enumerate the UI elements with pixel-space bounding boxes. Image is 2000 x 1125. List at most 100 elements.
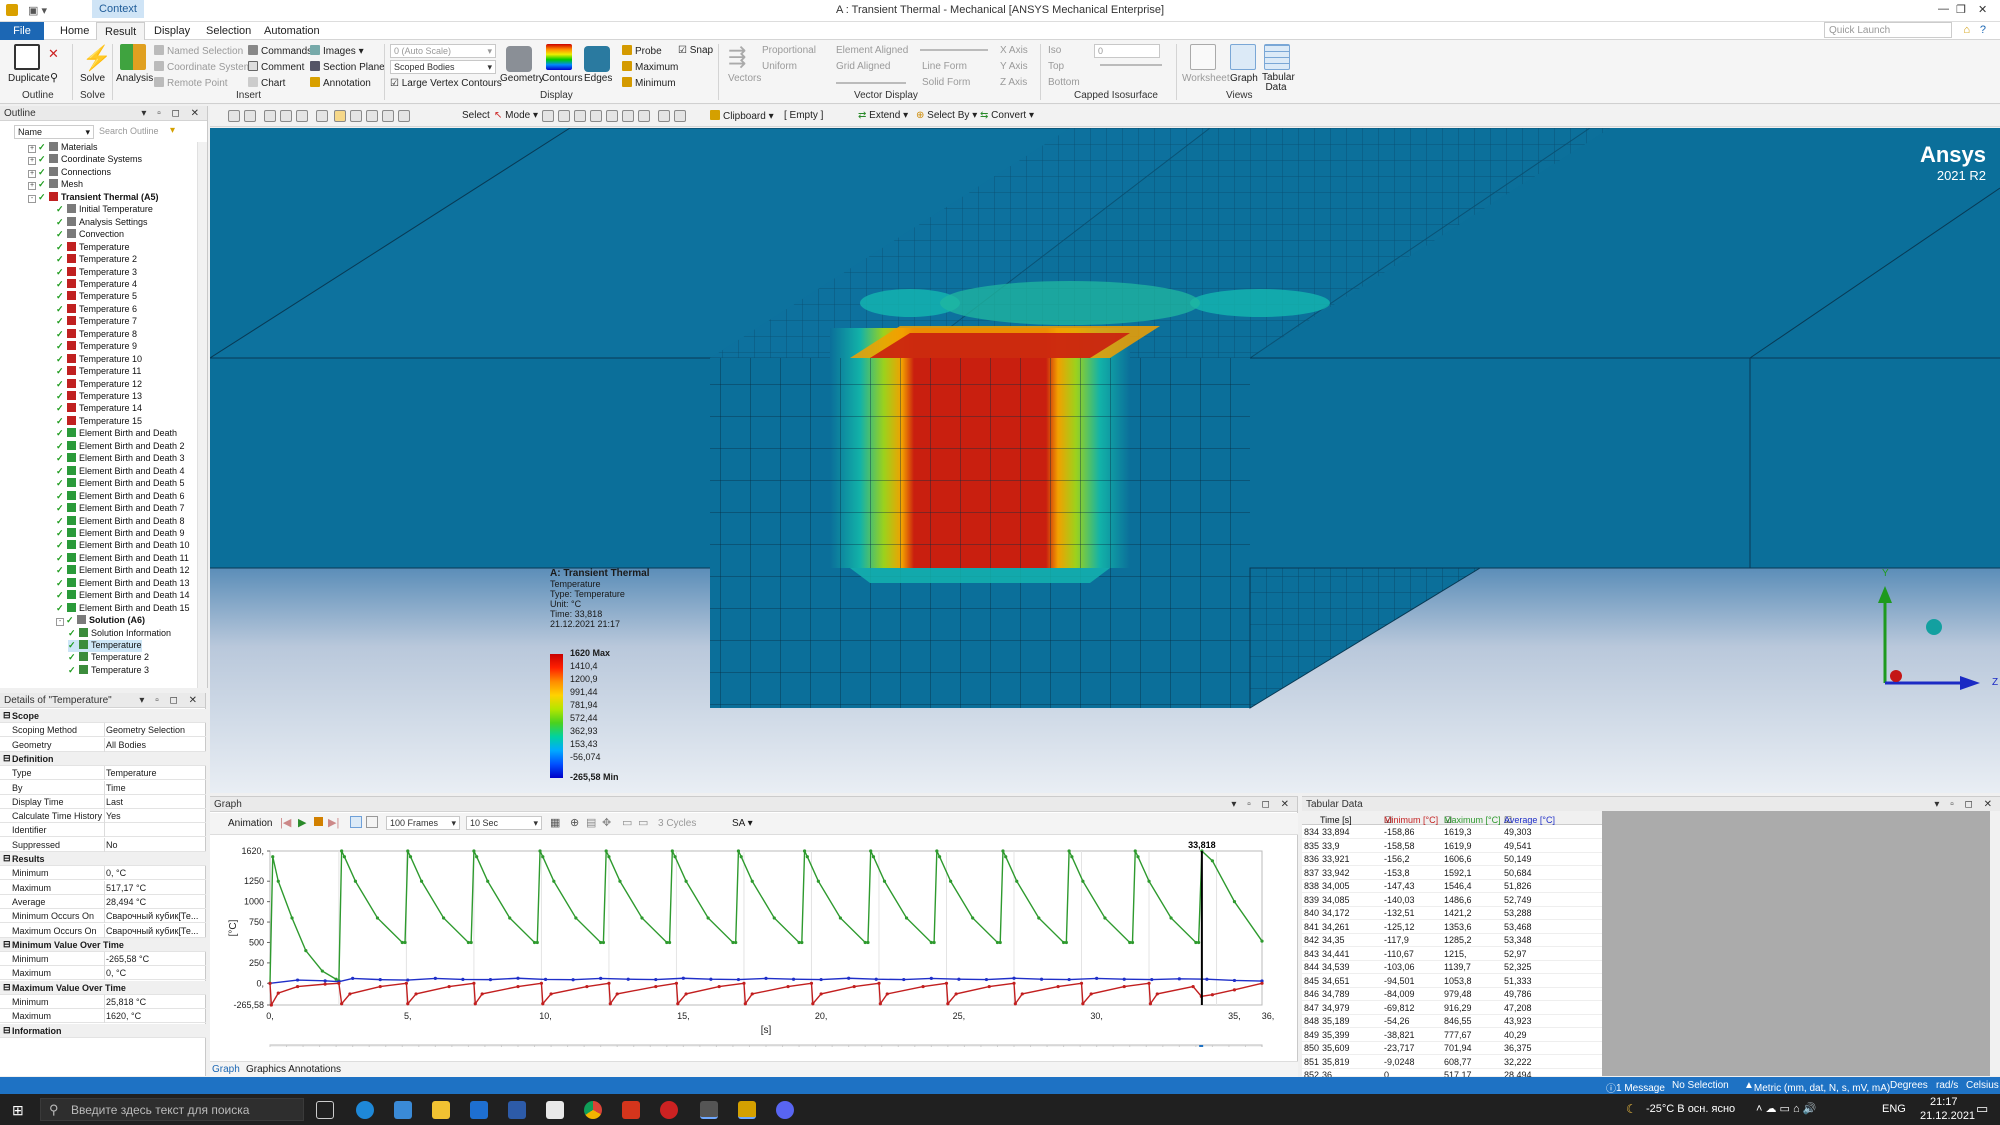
tree-item[interactable]: ✓ Element Birth and Death 2	[56, 440, 185, 453]
zoom-out-icon[interactable]	[244, 110, 256, 122]
tab-home[interactable]: Home	[52, 22, 97, 40]
duration-combo[interactable]: 10 Sec ▾	[466, 816, 542, 830]
tree-item[interactable]: ✓ Element Birth and Death 5	[56, 478, 185, 490]
file-explorer-icon[interactable]	[432, 1101, 450, 1119]
duplicate-button[interactable]: Duplicate	[8, 73, 50, 84]
pan-icon[interactable]	[334, 110, 346, 122]
details-row[interactable]: Scoping Method Geometry Selection	[0, 723, 206, 738]
chrome-icon[interactable]	[584, 1101, 602, 1119]
expand-toggle-icon[interactable]: +	[28, 157, 36, 166]
face-select-icon[interactable]	[574, 110, 586, 122]
table-row[interactable]: 834 33,894 -158,86 1619,3 49,303	[1302, 825, 1602, 839]
grid-icon[interactable]: ▤	[586, 816, 596, 829]
store-icon[interactable]	[394, 1101, 412, 1119]
clock-time[interactable]: 21:17	[1930, 1096, 1958, 1108]
tree-item[interactable]: ✓ Temperature 14	[56, 403, 142, 415]
tree-item[interactable]: ✓ Temperature 3	[56, 266, 137, 279]
language-indicator[interactable]: ENG	[1882, 1103, 1906, 1115]
details-group-row[interactable]: ⊟ Minimum Value Over Time	[0, 937, 206, 952]
tree-item[interactable]: - ✓ Transient Thermal (A5)	[28, 191, 159, 204]
tree-item[interactable]: ✓ Temperature 2	[56, 254, 137, 266]
graph-button[interactable]: Graph	[1230, 73, 1258, 84]
annotation-button[interactable]: Annotation	[310, 77, 371, 89]
details-value[interactable]: 25,818 °C	[106, 997, 146, 1007]
tree-item[interactable]: - ✓ Solution (A6)	[56, 615, 145, 627]
details-row[interactable]: Suppressed No	[0, 837, 206, 852]
solve-icon[interactable]: ⚡	[82, 44, 112, 73]
tree-item[interactable]: ✓ Temperature 15	[56, 415, 142, 428]
tree-item[interactable]: ✓ Element Birth and Death 12	[56, 565, 190, 577]
edges-icon[interactable]	[584, 46, 610, 72]
tabular-scrollbar[interactable]	[1990, 811, 2000, 1076]
tree-item[interactable]: ✓ Temperature 2	[68, 652, 149, 664]
minimum-button[interactable]: Minimum	[622, 77, 676, 89]
scoped-bodies-combo[interactable]: Scoped Bodies ▾	[390, 60, 496, 74]
large-vertex-checkbox[interactable]: ☑ Large Vertex Contours	[390, 78, 502, 89]
tree-item[interactable]: ✓ Analysis Settings	[56, 216, 148, 229]
tree-item[interactable]: ✓ Temperature 9	[56, 341, 137, 353]
tree-item[interactable]: ✓ Temperature 8	[56, 328, 137, 341]
extend-button[interactable]: ⇄ Extend ▾	[858, 110, 908, 121]
tree-item[interactable]: ✓ Temperature 7	[56, 316, 137, 328]
app-icon-red[interactable]	[660, 1101, 678, 1119]
details-row[interactable]: Maximum Occurs On Сварочный кубик[Те...	[0, 923, 206, 938]
zoom-in-icon[interactable]	[228, 110, 240, 122]
panel-controls[interactable]: ▾ ▫ ◻ ✕	[141, 108, 203, 119]
tree-item[interactable]: ✓ Element Birth and Death 3	[56, 453, 185, 465]
tab-selection[interactable]: Selection	[198, 22, 259, 40]
start-icon[interactable]: ⊞	[12, 1102, 24, 1119]
details-value[interactable]: 0, °C	[106, 968, 126, 978]
edge-select-icon[interactable]	[558, 110, 570, 122]
tree-item[interactable]: ✓ Element Birth and Death 14	[56, 590, 190, 602]
details-row[interactable]: Geometry All Bodies	[0, 737, 206, 752]
tree-item[interactable]: ✓ Temperature 10	[56, 353, 142, 366]
clock-date[interactable]: 21.12.2021	[1920, 1110, 1975, 1122]
node-select-icon[interactable]	[606, 110, 618, 122]
scale-combo[interactable]: 0 (Auto Scale) ▾	[390, 44, 496, 58]
details-value[interactable]: 1620, °C	[106, 1011, 141, 1021]
collapse-icon[interactable]: ⊟	[3, 853, 11, 864]
wps-icon[interactable]	[622, 1101, 640, 1119]
tree-item[interactable]: ✓ Temperature 11	[56, 366, 141, 378]
comment-button[interactable]: Comment	[248, 61, 304, 73]
tree-item[interactable]: ✓ Element Birth and Death 9	[56, 527, 185, 540]
commands-button[interactable]: Commands	[248, 45, 312, 57]
details-row[interactable]: Maximum 1620, °C	[0, 1009, 206, 1024]
sa-dropdown[interactable]: SA ▾	[732, 818, 753, 829]
delete-icon[interactable]: ✕	[48, 46, 59, 62]
details-row[interactable]: Maximum 0, °C	[0, 966, 206, 981]
details-value[interactable]: Yes	[106, 811, 121, 821]
details-value[interactable]: Time	[106, 783, 126, 793]
worksheet-button[interactable]: Worksheet	[1182, 73, 1230, 84]
time-history-chart[interactable]: 1620,125010007505002500,-265,580, 5, 10, 15…	[222, 837, 1292, 1047]
element-face-select-icon[interactable]	[638, 110, 650, 122]
table-row[interactable]: 836 33,921 -156,2 1606,6 50,149	[1302, 852, 1602, 866]
quick-launch-input[interactable]: Quick Launch	[1824, 22, 1952, 38]
weather-text[interactable]: -25°C В осн. ясно	[1646, 1103, 1735, 1115]
tree-item[interactable]: ✓ Temperature 12	[56, 378, 142, 391]
details-value[interactable]: All Bodies	[106, 740, 146, 750]
zoom-fit-icon[interactable]	[382, 110, 394, 122]
details-row[interactable]: Minimum 0, °C	[0, 866, 206, 881]
tree-item[interactable]: ✓ Element Birth and Death 4	[56, 465, 185, 478]
table-row[interactable]: 840 34,172 -132,51 1421,2 53,288	[1302, 906, 1602, 920]
outline-search-input[interactable]: Search Outline	[96, 125, 166, 139]
table-row[interactable]: 843 34,441 -110,67 1215, 52,97	[1302, 947, 1602, 961]
maximum-button[interactable]: Maximum	[622, 61, 678, 73]
next-frame-icon[interactable]: ▶|	[328, 816, 339, 829]
table-row[interactable]: 850 35,609 -23,717 701,94 36,375	[1302, 1041, 1602, 1055]
select-all-icon[interactable]	[674, 110, 686, 122]
messages-status[interactable]: ⓘ 1 Message	[1606, 1080, 1665, 1095]
details-group-row[interactable]: ⊟ Maximum Value Over Time	[0, 980, 206, 995]
table-row[interactable]: 851 35,819 -9,0248 608,77 32,222	[1302, 1055, 1602, 1069]
rotate-icon[interactable]	[316, 110, 328, 122]
table-row[interactable]: 844 34,539 -103,06 1139,7 52,325	[1302, 960, 1602, 974]
details-row[interactable]: Type Temperature	[0, 766, 206, 781]
zoom-graph-icon[interactable]: ⊕	[570, 816, 579, 829]
collapse-icon[interactable]: ⊟	[3, 1025, 11, 1036]
details-value[interactable]: No	[106, 840, 118, 850]
details-row[interactable]: Maximum 517,17 °C	[0, 880, 206, 895]
details-value[interactable]: 517,17 °C	[106, 883, 146, 893]
body-select-icon[interactable]	[590, 110, 602, 122]
help-icon[interactable]: ⌂	[1963, 24, 1970, 36]
